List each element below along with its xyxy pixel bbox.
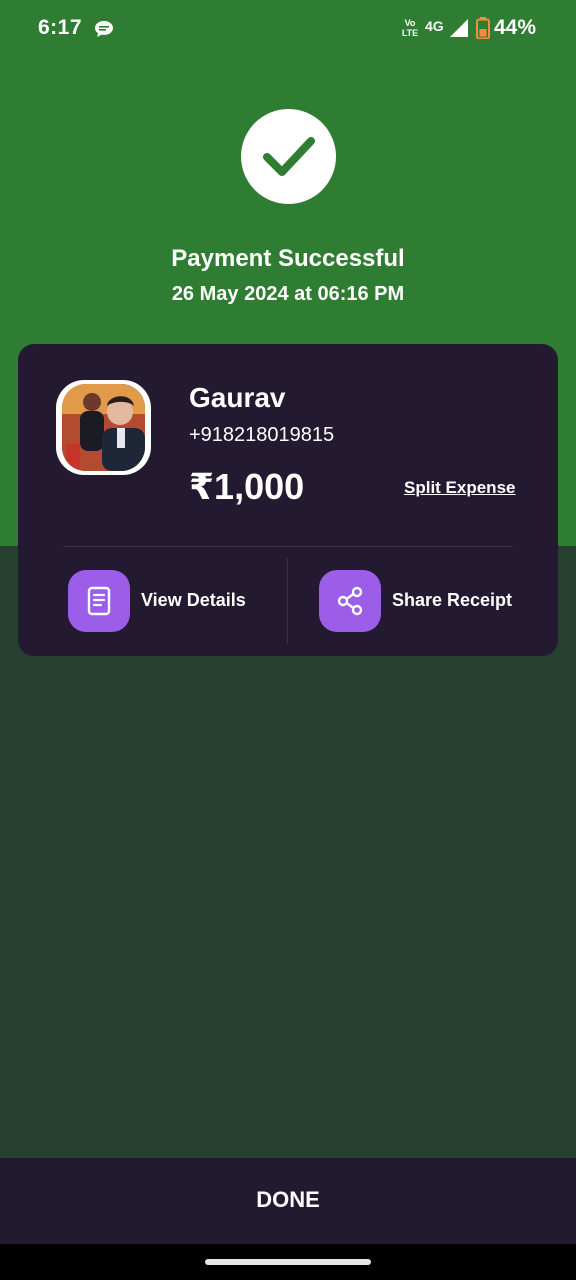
chat-bubble-icon (95, 21, 113, 37)
battery-percentage: 44% (494, 16, 537, 39)
view-details-button[interactable]: View Details (68, 570, 278, 632)
payee-name: Gaurav (189, 382, 286, 413)
check-icon (263, 137, 315, 176)
status-time: 6:17 (38, 16, 83, 39)
signal-icon (450, 19, 468, 37)
share-icon (337, 586, 363, 616)
system-navigation-bar (0, 1244, 576, 1280)
card-divider-vertical (287, 558, 288, 644)
avatar-photo-illustration (62, 384, 145, 471)
payment-status-title: Payment Successful (171, 245, 405, 272)
avatar-photo (62, 384, 145, 471)
share-receipt-icon-tile[interactable] (319, 570, 381, 632)
payment-datetime: 26 May 2024 at 06:16 PM (171, 283, 405, 305)
view-details-label: View Details (141, 590, 246, 610)
share-receipt-label: Share Receipt (392, 590, 513, 610)
home-indicator[interactable] (205, 1259, 371, 1265)
success-badge (241, 109, 336, 204)
status-bar: 6:17 Vo LTE 4G 44% (0, 0, 576, 56)
done-button[interactable]: DONE (0, 1158, 576, 1244)
network-type: 4G (425, 18, 444, 34)
avatar (56, 380, 151, 475)
document-icon (87, 586, 111, 616)
payment-summary-card: Gaurav +918218019815 ₹1,000 Split Expens… (18, 344, 558, 656)
payee-phone: +918218019815 (189, 424, 335, 446)
card-divider-horizontal (63, 546, 513, 547)
battery-icon (476, 17, 490, 39)
view-details-icon-tile[interactable] (68, 570, 130, 632)
share-receipt-button[interactable]: Share Receipt (319, 570, 544, 632)
split-expense-link[interactable]: Split Expense (404, 478, 515, 498)
volte-icon: Vo LTE (401, 18, 419, 38)
done-label: DONE (256, 1187, 320, 1212)
payment-amount: ₹1,000 (189, 466, 305, 507)
